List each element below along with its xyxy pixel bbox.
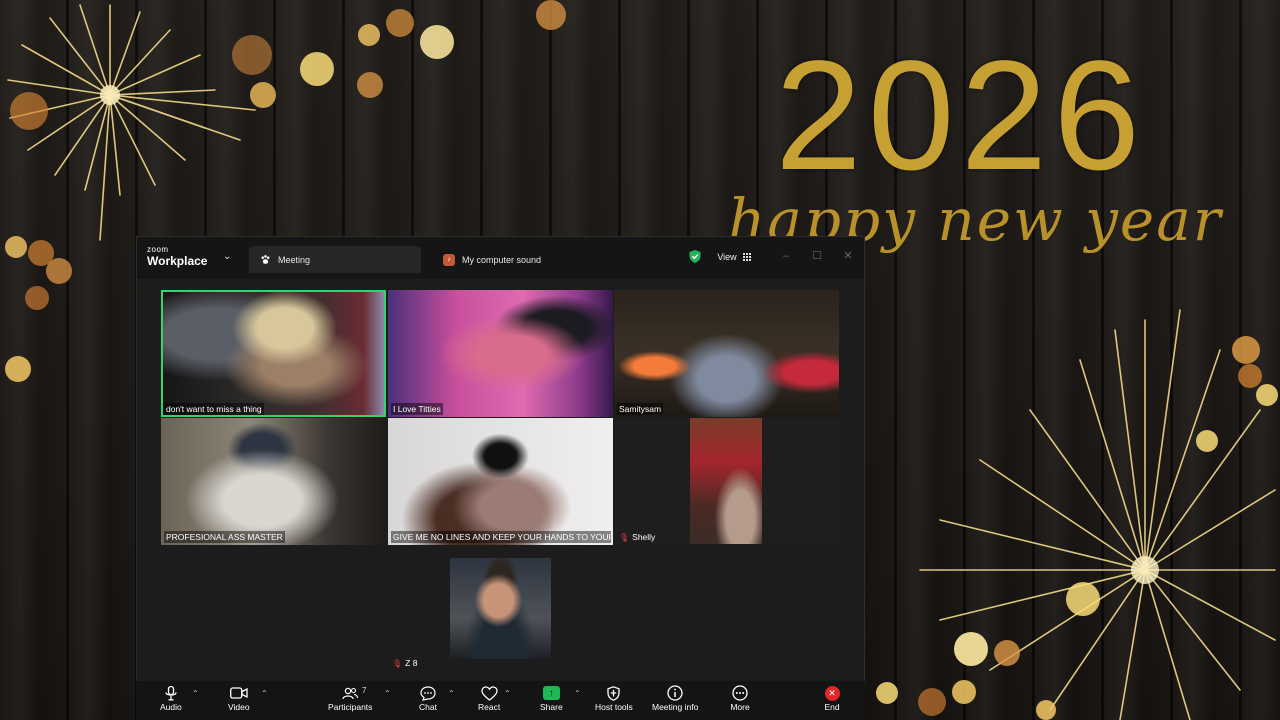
participant-video[interactable] [690,418,762,544]
participant-name: 🎙 Z 8 [392,658,418,668]
sound-icon: ♪ [443,253,455,266]
participants-label: Participants [328,702,373,712]
muted-mic-icon: 🎙 [619,532,630,542]
bokeh-light [952,680,976,704]
end-icon-wrap: ✕ [822,684,842,702]
host-tools-label: Host tools [595,702,633,712]
meeting-toolbar: Audio ⌃ Video ⌃ Participants 7 ⌃ Chat ⌃ … [136,681,865,720]
meeting-info-button[interactable]: Meeting info [652,684,698,718]
end-label: End [824,702,840,712]
bokeh-light [232,35,272,75]
bokeh-light [386,9,414,37]
bokeh-light [1066,582,1100,616]
more-icon [730,684,750,702]
video-options-caret-icon[interactable]: ⌃ [261,689,268,698]
chat-button[interactable]: Chat [418,684,438,718]
participant-count: 7 [362,686,367,695]
video-camera-icon [229,684,249,702]
heart-icon [479,684,499,702]
fireworks-top-left [7,4,256,241]
maximize-icon[interactable]: ☐ [810,249,824,263]
bokeh-light [300,52,334,86]
react-button[interactable]: React [478,684,500,718]
tab-meeting[interactable]: Meeting [249,246,421,273]
bokeh-light [876,682,898,704]
view-button[interactable]: View [709,246,759,268]
participant-name: Samitysam [617,403,664,415]
bokeh-light [994,640,1020,666]
tab-computer-sound[interactable]: ♪ My computer sound [433,246,633,273]
title-bar: zoom Workplace ⌄ Meeting ♪ My computer s… [137,237,864,279]
bokeh-light [954,632,988,666]
chat-label: Chat [419,702,437,712]
bokeh-light [250,82,276,108]
meeting-info-label: Meeting info [652,702,699,712]
minimize-icon[interactable]: – [779,249,793,263]
host-tools-button[interactable]: Host tools [595,684,633,718]
video-tile[interactable]: don't want to miss a thing [161,290,386,417]
react-label: React [478,702,501,712]
participant-name: 🎙 Shelly [619,532,656,542]
close-icon[interactable]: ✕ [841,249,855,263]
share-label: Share [540,702,563,712]
bokeh-light [5,356,31,382]
more-label: More [730,702,750,712]
bokeh-light [25,286,49,310]
video-label: Video [228,702,250,712]
chevron-down-icon[interactable]: ⌄ [223,251,231,262]
self-video-tile[interactable] [450,558,551,659]
end-meeting-button[interactable]: ✕ End [822,684,842,718]
share-arrow-icon: ↑ [542,686,560,700]
participant-name: I Love Titties [391,403,443,415]
bokeh-light [1238,364,1262,388]
video-tile[interactable]: I Love Titties [388,290,613,417]
video-button[interactable]: Video [228,684,250,718]
bokeh-light [1232,336,1260,364]
view-label: View [717,252,737,262]
chat-bubble-icon [418,684,438,702]
bokeh-light [358,24,380,46]
brand-small: zoom [147,245,169,254]
bokeh-light [1036,700,1056,720]
bokeh-light [1196,430,1218,452]
bokeh-light [46,258,72,284]
participants-options-caret-icon[interactable]: ⌃ [384,689,391,698]
tab-meeting-label: Meeting [278,254,311,265]
bokeh-light [357,72,383,98]
share-options-caret-icon[interactable]: ⌃ [574,689,581,698]
muted-mic-icon: 🎙 [392,658,403,668]
brand-big: Workplace [147,254,208,268]
bokeh-light [420,25,454,59]
shield-check-icon[interactable] [689,250,701,263]
participant-name: GIVE ME NO LINES AND KEEP YOUR HANDS TO … [391,531,611,543]
video-tile[interactable]: GIVE ME NO LINES AND KEEP YOUR HANDS TO … [388,418,613,545]
bokeh-light [536,0,566,30]
bokeh-light [5,236,27,258]
bokeh-light [918,688,946,716]
share-button[interactable]: ↑ Share [540,684,563,718]
participant-name: don't want to miss a thing [164,403,264,415]
bokeh-light [10,92,48,130]
info-icon [665,684,685,702]
video-tile[interactable]: Samitysam [614,290,839,417]
grid-icon [742,253,751,261]
participant-name: PROFESIONAL ASS MASTER [164,531,285,543]
people-icon [340,684,360,702]
audio-button[interactable]: Audio [160,684,182,718]
zoom-workplace-logo[interactable]: zoom Workplace [147,245,207,268]
share-icon-wrap: ↑ [541,684,561,702]
audio-label: Audio [160,702,182,712]
react-options-caret-icon[interactable]: ⌃ [504,689,511,698]
shield-icon [604,684,624,702]
microphone-icon [161,684,181,702]
tab-sound-label: My computer sound [462,254,542,265]
paw-icon [259,254,271,266]
close-circle-icon: ✕ [824,685,840,701]
video-tile[interactable]: PROFESIONAL ASS MASTER [161,418,386,545]
audio-options-caret-icon[interactable]: ⌃ [192,689,199,698]
more-button[interactable]: More [730,684,750,718]
year-title: 2026 [775,29,1147,203]
bokeh-light [1256,384,1278,406]
chat-options-caret-icon[interactable]: ⌃ [448,689,455,698]
